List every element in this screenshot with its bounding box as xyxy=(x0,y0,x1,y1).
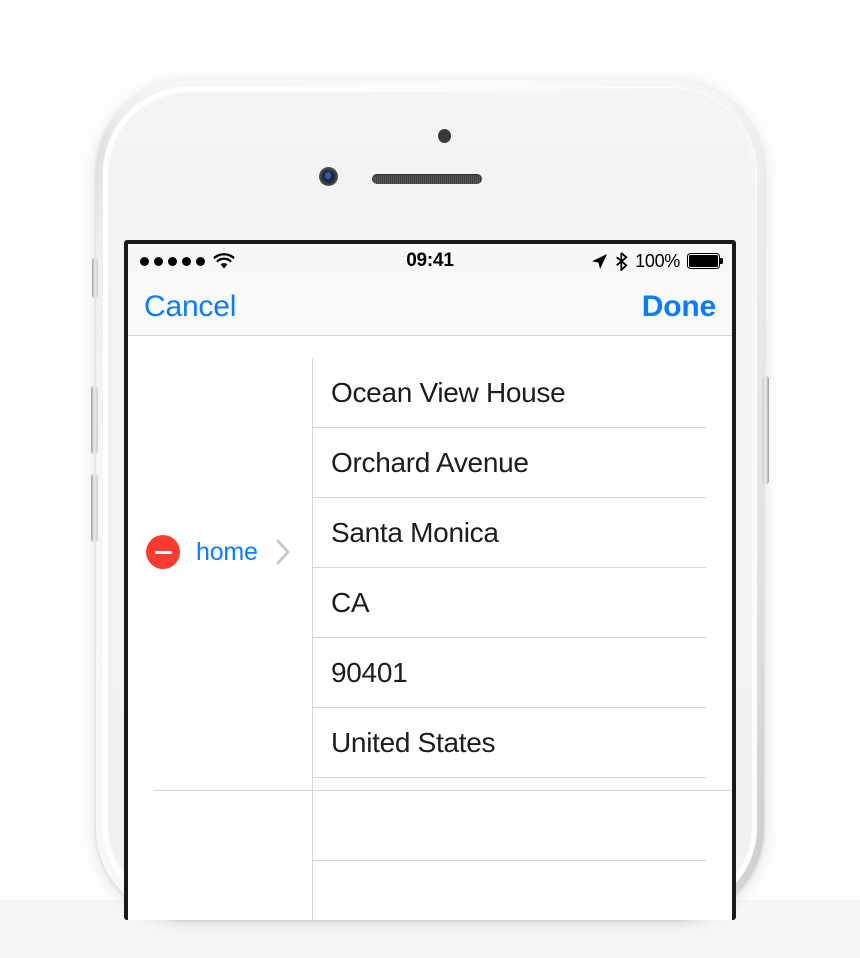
iphone-device: 09:41 100% Cancel Done home Ocean View H… xyxy=(91,80,769,920)
country-input[interactable] xyxy=(331,727,732,759)
status-bar-left xyxy=(140,252,235,270)
city-input[interactable] xyxy=(331,517,732,549)
address-edit-content: home xyxy=(128,336,732,920)
field-row-empty-2[interactable] xyxy=(313,861,732,920)
field-row-city[interactable] xyxy=(313,498,732,568)
address-label-row[interactable]: home xyxy=(146,532,291,572)
signal-dot-icon xyxy=(140,256,149,266)
signal-dot-icon xyxy=(168,256,177,266)
battery-percent-label: 100% xyxy=(635,250,680,271)
field-row-empty-1[interactable] xyxy=(313,791,732,861)
volume-up-button[interactable] xyxy=(91,386,98,454)
field-row-street-line-1[interactable] xyxy=(313,358,732,428)
proximity-sensor-icon xyxy=(438,129,451,143)
field-row-state[interactable] xyxy=(313,568,732,638)
state-input[interactable] xyxy=(331,587,732,619)
done-button[interactable]: Done xyxy=(642,290,716,324)
screen: 09:41 100% Cancel Done home Ocean View H… xyxy=(128,244,732,920)
signal-dot-icon xyxy=(182,256,191,266)
bluetooth-icon xyxy=(616,251,628,271)
street-line-2-input[interactable] xyxy=(331,447,732,479)
earpiece-speaker-icon xyxy=(372,174,482,184)
wifi-icon xyxy=(213,252,235,269)
front-camera-icon xyxy=(319,167,338,186)
field-row-postal-code[interactable] xyxy=(313,638,732,708)
postal-code-input[interactable] xyxy=(331,657,732,689)
volume-down-button[interactable] xyxy=(91,474,98,542)
location-arrow-icon xyxy=(592,253,608,269)
street-line-1-input[interactable] xyxy=(331,377,732,409)
battery-cap xyxy=(720,258,723,265)
mute-switch[interactable] xyxy=(92,258,98,298)
battery-icon xyxy=(687,253,723,269)
battery-fill xyxy=(689,255,718,267)
remove-circle-icon[interactable] xyxy=(146,535,180,569)
signal-dot-icon xyxy=(196,256,205,266)
minus-glyph xyxy=(154,550,172,554)
field-row-street-line-2[interactable] xyxy=(313,428,732,498)
field-row-country[interactable] xyxy=(313,708,732,778)
label-column: home xyxy=(128,336,312,920)
signal-dot-icon xyxy=(154,256,163,266)
screen-frame: 09:41 100% Cancel Done home Ocean View H… xyxy=(124,240,736,920)
cancel-button[interactable]: Cancel xyxy=(144,290,236,324)
navigation-bar: Cancel Done xyxy=(128,278,732,336)
address-label-text[interactable]: home xyxy=(196,538,258,567)
status-bar-right: 100% xyxy=(591,250,723,272)
power-button[interactable] xyxy=(762,376,769,484)
chevron-right-icon[interactable] xyxy=(276,539,291,565)
status-bar: 09:41 100% xyxy=(128,244,732,278)
page-backdrop: 09:41 100% Cancel Done home Ocean View H… xyxy=(0,0,860,958)
